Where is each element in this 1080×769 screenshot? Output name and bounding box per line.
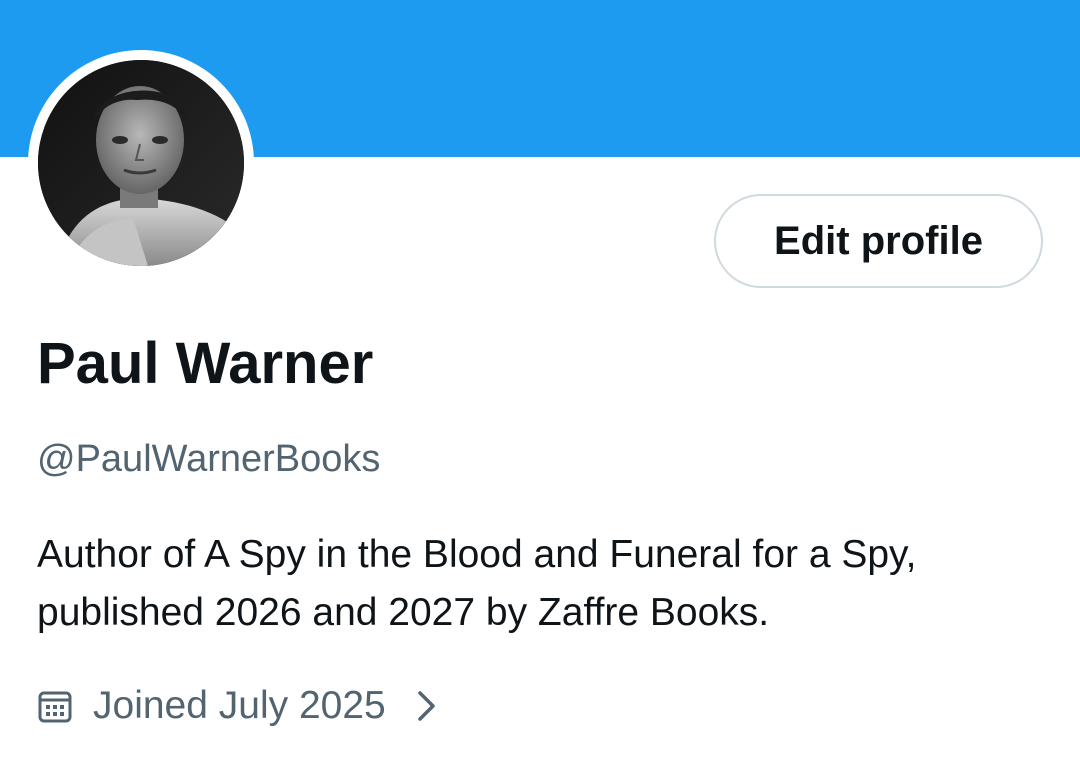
avatar-photo [38, 60, 244, 266]
profile-bio: Author of A Spy in the Blood and Funeral… [37, 533, 917, 634]
username-handle: @PaulWarnerBooks [37, 438, 381, 480]
calendar-icon [38, 691, 72, 723]
display-name: Paul Warner [37, 331, 374, 396]
chevron-right-icon[interactable] [414, 689, 440, 723]
profile-header: Edit profile Paul Warner @PaulWarnerBook… [0, 0, 1080, 769]
joined-date-row[interactable]: Joined July 2025 [37, 680, 440, 732]
avatar[interactable] [38, 60, 244, 266]
edit-profile-button[interactable]: Edit profile [714, 194, 1043, 288]
joined-date-text: Joined July 2025 [93, 684, 386, 727]
